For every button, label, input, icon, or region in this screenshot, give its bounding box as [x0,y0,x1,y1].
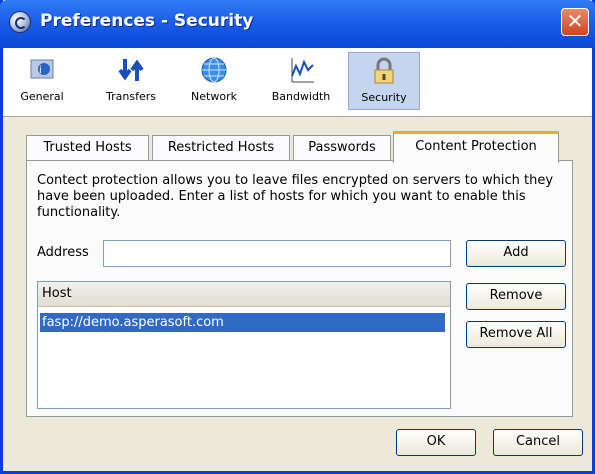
remove-all-button[interactable]: Remove All [466,321,566,348]
toolbar-item-label: Security [361,91,407,104]
close-icon: ✕ [566,9,584,33]
toolbar-item-general[interactable]: i General [17,52,67,110]
tab-label: Passwords [308,140,376,155]
toolbar-item-bandwidth[interactable]: Bandwidth [266,52,336,110]
toolbar-item-network[interactable]: Network [185,52,243,110]
globe-icon [201,57,227,83]
toolbar-item-security[interactable]: Security [348,52,420,110]
tab-content-protection[interactable]: Content Protection [393,131,559,163]
close-button[interactable]: ✕ [561,8,589,36]
lock-icon [374,57,394,84]
window-title: Preferences - Security [40,11,254,31]
bandwidth-icon [291,58,314,83]
toolbar: i General Transfers Network Bandwidth Se… [3,48,592,116]
title-bar[interactable]: Preferences - Security ✕ [0,0,595,48]
list-item[interactable]: fasp://demo.asperasoft.com [40,313,445,332]
remove-button[interactable]: Remove [466,283,566,310]
toolbar-divider [3,116,592,117]
app-icon [9,11,31,33]
tab-label: Restricted Hosts [167,140,275,155]
hosts-column-header[interactable]: Host [38,282,450,307]
tab-label: Content Protection [415,139,537,154]
hosts-list[interactable]: Host fasp://demo.asperasoft.com [37,281,451,409]
general-icon: i [30,59,54,79]
toolbar-item-label: Bandwidth [271,90,331,103]
tab-passwords[interactable]: Passwords [293,135,391,161]
address-input[interactable] [103,240,451,267]
add-button[interactable]: Add [466,240,566,267]
ok-button[interactable]: OK [396,429,476,456]
tab-restricted-hosts[interactable]: Restricted Hosts [152,135,290,161]
toolbar-item-label: Transfers [106,90,156,103]
preferences-window: Preferences - Security ✕ i General Trans… [0,0,595,474]
tab-label: Trusted Hosts [43,140,132,155]
svg-text:i: i [39,65,42,76]
toolbar-item-transfers[interactable]: Transfers [101,52,161,110]
toolbar-item-label: Network [191,90,237,103]
transfers-icon [118,59,144,81]
address-label: Address [37,245,89,260]
description-text: Contect protection allows you to leave f… [37,173,554,220]
cancel-button[interactable]: Cancel [493,429,583,456]
tab-trusted-hosts[interactable]: Trusted Hosts [26,135,149,161]
toolbar-item-label: General [20,90,64,103]
content-protection-panel: Contect protection allows you to leave f… [26,160,573,417]
